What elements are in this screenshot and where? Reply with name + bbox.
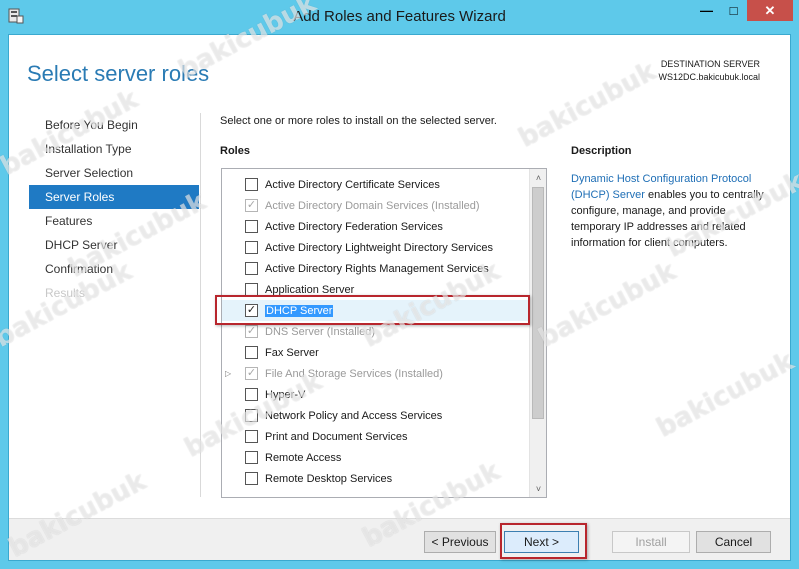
nav-item-server-roles[interactable]: Server Roles [29, 185, 199, 209]
wizard-footer: < Previous Next > Install Cancel [9, 518, 790, 560]
role-label: Remote Access [265, 451, 342, 464]
role-checkbox[interactable] [245, 430, 258, 443]
previous-button[interactable]: < Previous [424, 531, 496, 553]
window-title: Add Roles and Features Wizard [293, 8, 506, 25]
title-bar[interactable]: Add Roles and Features Wizard — □ ✕ [0, 0, 799, 34]
description-header: Description [571, 145, 632, 157]
role-checkbox[interactable] [245, 451, 258, 464]
scrollbar-thumb[interactable]: ≡ [532, 187, 544, 419]
minimize-button[interactable]: — [693, 0, 720, 21]
nav-item-features[interactable]: Features [29, 209, 199, 233]
expand-icon[interactable]: ▷ [225, 369, 231, 378]
role-row[interactable]: Fax Server [222, 342, 528, 363]
role-label: Hyper-V [265, 388, 306, 401]
dhcp-annotation-box [215, 295, 530, 325]
wizard-nav: Before You Begin Installation Type Server … [29, 113, 199, 305]
role-label: Active Directory Federation Services [265, 220, 443, 233]
role-row[interactable]: Hyper-V [222, 384, 528, 405]
role-row[interactable]: Network Policy and Access Services [222, 405, 528, 426]
role-checkbox: ✓ [245, 199, 258, 212]
nav-item-server-selection[interactable]: Server Selection [29, 161, 199, 185]
role-label: Fax Server [265, 346, 319, 359]
grip-icon: ≡ [546, 314, 547, 325]
role-row[interactable]: Active Directory Lightweight Directory S… [222, 237, 528, 258]
role-row: ▷ ✓ File And Storage Services (Installed) [222, 363, 528, 384]
scroll-up-icon[interactable]: ˄ [531, 169, 546, 186]
role-label: File And Storage Services (Installed) [265, 367, 443, 380]
role-label: Active Directory Domain Services (Instal… [265, 199, 480, 212]
roles-scrollbar[interactable]: ˄ ≡ ˅ [529, 169, 546, 497]
scroll-down-icon[interactable]: ˅ [531, 480, 546, 497]
next-annotation-box [500, 523, 587, 559]
role-label: Remote Desktop Services [265, 472, 393, 485]
role-row[interactable]: Active Directory Rights Management Servi… [222, 258, 528, 279]
page-title: Select server roles [27, 61, 210, 86]
cancel-button[interactable]: Cancel [696, 531, 771, 553]
role-row[interactable]: Print and Document Services [222, 426, 528, 447]
role-checkbox[interactable] [245, 472, 258, 485]
description-text: Dynamic Host Configuration Protocol (DHC… [571, 171, 771, 251]
role-label: Active Directory Lightweight Directory S… [265, 241, 494, 254]
destination-server-label: DESTINATION SERVER [660, 59, 760, 69]
role-label: Network Policy and Access Services [265, 409, 443, 422]
nav-item-results: Results [45, 286, 86, 300]
destination-server-value: WS12DC.bakicubuk.local [658, 72, 760, 82]
maximize-button[interactable]: □ [720, 0, 747, 21]
role-row: ✓ Active Directory Domain Services (Insta… [222, 195, 528, 216]
role-checkbox[interactable] [245, 346, 258, 359]
role-label: Application Server [265, 283, 355, 296]
role-checkbox[interactable] [245, 409, 258, 422]
role-row[interactable]: Active Directory Federation Services [222, 216, 528, 237]
role-checkbox[interactable] [245, 220, 258, 233]
nav-item-before-you-begin[interactable]: Before You Begin [29, 113, 199, 137]
intro-text: Select one or more roles to install on t… [220, 115, 497, 127]
install-button: Install [612, 531, 690, 553]
roles-header: Roles [220, 145, 250, 157]
nav-item-dhcp-server[interactable]: DHCP Server [29, 233, 199, 257]
nav-item-confirmation[interactable]: Confirmation [29, 257, 199, 281]
role-checkbox[interactable] [245, 241, 258, 254]
role-label: Active Directory Rights Management Servi… [265, 262, 489, 275]
role-label: Active Directory Certificate Services [265, 178, 440, 191]
close-button[interactable]: ✕ [747, 0, 793, 21]
role-checkbox: ✓ [245, 367, 258, 380]
role-row[interactable]: Remote Access [222, 447, 528, 468]
nav-divider [200, 113, 201, 497]
role-checkbox[interactable] [245, 262, 258, 275]
role-checkbox[interactable] [245, 388, 258, 401]
role-label: Print and Document Services [265, 430, 408, 443]
nav-item-installation-type[interactable]: Installation Type [29, 137, 199, 161]
role-row[interactable]: Remote Desktop Services [222, 468, 528, 489]
role-checkbox[interactable] [245, 178, 258, 191]
role-label: DNS Server (Installed) [265, 325, 376, 338]
roles-list[interactable]: Active Directory Certificate Services ✓ Ac… [221, 168, 547, 498]
role-row[interactable]: Active Directory Certificate Services [222, 174, 528, 195]
role-checkbox: ✓ [245, 325, 258, 338]
